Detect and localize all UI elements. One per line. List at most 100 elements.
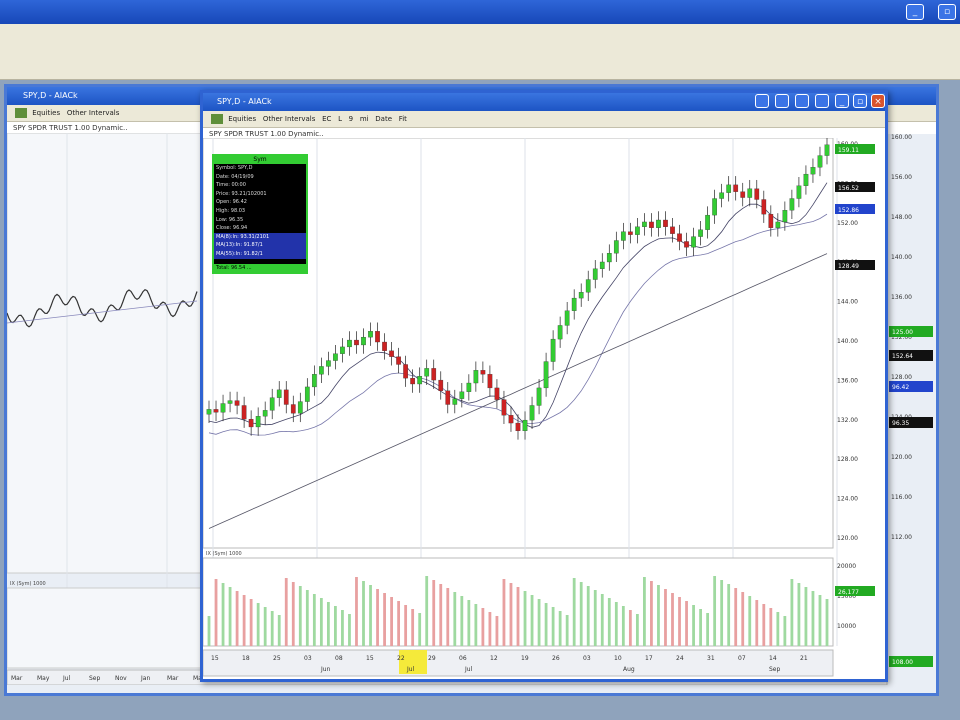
month-label: Jul bbox=[464, 666, 473, 673]
price-bar bbox=[656, 219, 661, 228]
back-toolbar-intervals[interactable]: Other Intervals bbox=[67, 109, 120, 117]
price-axis-label: 132.00 bbox=[837, 417, 858, 424]
date-tick-label: 17 bbox=[645, 655, 653, 662]
price-bar bbox=[670, 226, 675, 234]
price-bar bbox=[311, 374, 317, 388]
volume-bar bbox=[671, 593, 674, 646]
volume-bar bbox=[650, 581, 653, 646]
price-bar bbox=[775, 221, 781, 228]
info-panel-row: Price: 93.21/102001 bbox=[216, 190, 267, 197]
window-icon[interactable] bbox=[755, 94, 769, 108]
price-bar bbox=[220, 403, 226, 413]
price-bar bbox=[557, 325, 563, 340]
price-bar bbox=[705, 214, 710, 230]
back-toolbar-equities[interactable]: Equities bbox=[32, 109, 60, 117]
date-tick-label: 29 bbox=[428, 655, 436, 662]
back-date-label: Mar bbox=[11, 675, 23, 682]
price-bar bbox=[529, 405, 535, 421]
volume-bar bbox=[755, 600, 759, 646]
info-panel-row: Time: 00:00 bbox=[216, 182, 246, 189]
price-bar bbox=[403, 364, 408, 379]
price-bar bbox=[613, 240, 619, 254]
volume-bar bbox=[628, 610, 632, 646]
price-bar bbox=[494, 387, 500, 400]
volume-bar bbox=[305, 590, 309, 646]
info-panel-row: High: 98.03 bbox=[216, 207, 246, 214]
volume-bar bbox=[263, 607, 267, 646]
volume-bar bbox=[783, 616, 787, 646]
volume-bar bbox=[376, 589, 379, 646]
price-axis-label: 152.00 bbox=[837, 220, 858, 227]
date-tick-label: 03 bbox=[583, 655, 591, 662]
price-bar bbox=[522, 419, 528, 432]
volume-bar bbox=[284, 578, 288, 646]
volume-bar bbox=[207, 616, 211, 646]
back-price-label: 112.00 bbox=[891, 534, 912, 541]
front-toolbar-item[interactable]: EC bbox=[322, 115, 331, 123]
price-bar bbox=[452, 398, 458, 405]
volume-bar bbox=[453, 592, 457, 646]
volume-bar bbox=[319, 598, 323, 646]
front-toolbar-item[interactable]: Fit bbox=[399, 115, 407, 123]
price-axis-label: 120.00 bbox=[837, 535, 858, 542]
maximize-icon[interactable]: ▫ bbox=[853, 94, 867, 108]
price-bar bbox=[684, 241, 689, 248]
front-toolbar-item[interactable]: Date bbox=[375, 115, 392, 123]
price-bar bbox=[283, 389, 289, 405]
volume-bar bbox=[769, 608, 773, 646]
price-bar bbox=[592, 268, 598, 280]
info-panel-row: MA(8):In: 93.31/2101 bbox=[214, 232, 306, 242]
price-bar bbox=[276, 389, 282, 398]
restore-button[interactable]: ▫ bbox=[938, 4, 956, 20]
chart-icon[interactable] bbox=[15, 108, 27, 118]
window-icon[interactable] bbox=[775, 94, 789, 108]
volume-bar bbox=[614, 602, 618, 646]
back-price-tag-text: 125.00 bbox=[892, 329, 913, 336]
window-icon[interactable] bbox=[815, 94, 829, 108]
price-bar bbox=[564, 310, 570, 326]
chart-icon[interactable] bbox=[211, 114, 223, 124]
price-bar bbox=[789, 198, 795, 211]
volume-bar bbox=[727, 584, 731, 646]
volume-bar bbox=[797, 583, 801, 646]
volume-bar bbox=[748, 596, 752, 646]
volume-bar bbox=[256, 603, 260, 646]
minimize-icon[interactable]: _ bbox=[835, 94, 849, 108]
volume-bar bbox=[607, 598, 611, 646]
volume-bar bbox=[439, 584, 443, 646]
minimize-button[interactable]: _ bbox=[906, 4, 924, 20]
volume-bar bbox=[706, 613, 710, 646]
back-price-label: 128.00 bbox=[891, 374, 912, 381]
volume-bar bbox=[558, 611, 562, 646]
price-bar bbox=[347, 339, 352, 348]
price-bar bbox=[473, 370, 479, 384]
date-tick-label: 22 bbox=[397, 655, 405, 662]
window-icon[interactable] bbox=[795, 94, 809, 108]
volume-bar bbox=[692, 605, 695, 646]
info-panel-row: Low: 96.35 bbox=[216, 216, 244, 223]
volume-bar bbox=[460, 596, 464, 646]
info-panel-row: MA(13):In: 91.87/1 bbox=[214, 241, 306, 250]
front-toolbar-item[interactable]: mi bbox=[360, 115, 369, 123]
price-bar bbox=[550, 338, 556, 362]
price-bar bbox=[691, 236, 696, 248]
volume-bar bbox=[678, 597, 681, 646]
front-toolbar-item[interactable]: Other Intervals bbox=[263, 115, 316, 123]
volume-bar bbox=[699, 609, 702, 646]
info-panel-header: Sym bbox=[214, 156, 306, 164]
volume-bar bbox=[228, 587, 232, 646]
price-bar bbox=[459, 391, 465, 399]
front-toolbar-item[interactable]: Equities bbox=[228, 115, 256, 123]
volume-bar bbox=[411, 609, 415, 646]
front-toolbar-item[interactable]: 9 bbox=[349, 115, 353, 123]
info-panel-rows: Symbol: SPY,D Date: 04/19/09 Time: 00:00 Pr… bbox=[214, 164, 306, 259]
price-axis-label: 128.00 bbox=[837, 456, 858, 463]
front-toolbar-item[interactable]: L bbox=[338, 115, 342, 123]
back-price-tag-text: 108.00 bbox=[892, 659, 913, 666]
price-bar bbox=[726, 184, 732, 193]
price-bar bbox=[361, 336, 366, 346]
date-tick-label: 07 bbox=[738, 655, 746, 662]
info-panel-row: Date: 04/19/09 bbox=[216, 173, 254, 180]
volume-bar bbox=[481, 608, 485, 646]
close-icon[interactable]: × bbox=[871, 94, 885, 108]
